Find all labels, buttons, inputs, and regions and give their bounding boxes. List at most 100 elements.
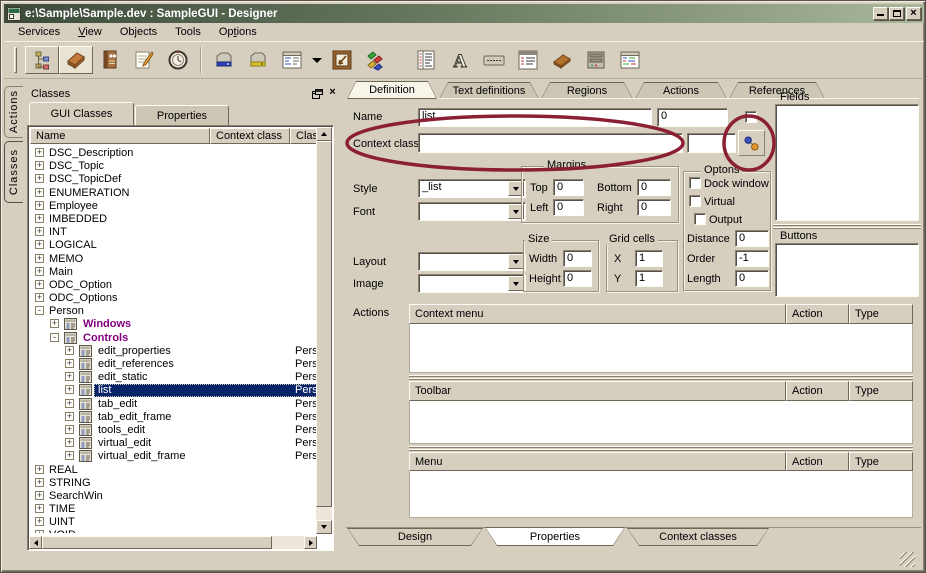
name-input[interactable]: list: [418, 108, 652, 127]
expand-toggle-icon[interactable]: +: [65, 399, 74, 408]
menu-table-body[interactable]: [409, 471, 913, 518]
output-checkbox[interactable]: [694, 213, 706, 225]
tree-item-Employee[interactable]: +Employee: [30, 200, 317, 213]
tree-item-Person[interactable]: -Person: [30, 305, 317, 318]
tree-vscrollbar[interactable]: [316, 127, 332, 534]
font-icon[interactable]: A: [443, 46, 477, 74]
tree-item-DSC_Description[interactable]: +DSC_Description: [30, 147, 317, 160]
tree-item-IMBEDDED[interactable]: +IMBEDDED: [30, 213, 317, 226]
tree-item-ODC_Option[interactable]: +ODC_Option: [30, 279, 317, 292]
form-dropdown-icon[interactable]: [309, 46, 325, 74]
tree-item-virtual_edit[interactable]: +virtual_editPerso: [30, 437, 317, 450]
tab-references[interactable]: References: [729, 82, 825, 99]
expand-toggle-icon[interactable]: +: [35, 530, 44, 533]
context-menu-table-header[interactable]: Context menu: [409, 304, 786, 324]
expand-toggle-icon[interactable]: +: [35, 174, 44, 183]
tree-item-edit_properties[interactable]: +edit_propertiesPerso: [30, 345, 317, 358]
menu-services[interactable]: Services: [9, 24, 69, 40]
image-combo[interactable]: [418, 274, 526, 293]
dock-tab-classes[interactable]: Classes: [4, 141, 23, 203]
buttons-listbox[interactable]: [775, 243, 919, 297]
width-input[interactable]: 0: [563, 250, 592, 267]
distance-input[interactable]: 0: [735, 230, 769, 247]
length-input[interactable]: 0: [735, 270, 769, 287]
toolbar-grip[interactable]: [14, 47, 17, 73]
float-panel-button[interactable]: [311, 87, 324, 100]
menu-objects[interactable]: Objects: [111, 24, 166, 40]
expand-toggle-icon[interactable]: +: [35, 214, 44, 223]
tab-gui-classes[interactable]: GUI Classes: [29, 102, 134, 125]
expand-toggle-icon[interactable]: +: [35, 201, 44, 210]
margin-bottom-input[interactable]: 0: [637, 179, 671, 196]
expand-toggle-icon[interactable]: +: [35, 293, 44, 302]
tab-actions[interactable]: Actions: [635, 82, 727, 99]
grid-x-input[interactable]: 1: [635, 250, 663, 267]
title-bar[interactable]: e:\Sample\Sample.dev : SampleGUI - Desig…: [4, 4, 924, 23]
tree-item-edit_static[interactable]: +edit_staticPerso: [30, 371, 317, 384]
table-splitter[interactable]: [409, 375, 913, 380]
tree-item-STRING[interactable]: +STRING: [30, 477, 317, 490]
tree-item-tab_edit[interactable]: +tab_editPerso: [30, 398, 317, 411]
dock-tab-actions[interactable]: Actions: [4, 86, 23, 138]
tab-text-definitions[interactable]: Text definitions: [439, 82, 539, 99]
scroll-down-button[interactable]: [316, 520, 332, 534]
eraser-brown-icon[interactable]: [545, 46, 579, 74]
tab-properties-bottom[interactable]: Properties: [485, 527, 625, 546]
hscroll-thumb[interactable]: [42, 536, 272, 549]
ribbon-icon[interactable]: [359, 46, 393, 74]
chevron-down-icon[interactable]: [508, 254, 524, 269]
expand-toggle-icon[interactable]: +: [65, 425, 74, 434]
menu-action-header[interactable]: Action: [786, 452, 849, 471]
tab-context-classes[interactable]: Context classes: [627, 528, 769, 546]
expand-toggle-icon[interactable]: +: [35, 227, 44, 236]
margin-top-input[interactable]: 0: [553, 179, 584, 196]
expand-toggle-icon[interactable]: +: [35, 188, 44, 197]
tab-regions[interactable]: Regions: [541, 82, 633, 99]
toolbar-table-body[interactable]: [409, 401, 913, 444]
expand-toggle-icon[interactable]: +: [50, 319, 59, 328]
toolbar-action-header[interactable]: Action: [786, 381, 849, 401]
menu-options[interactable]: Options: [210, 24, 266, 40]
form-list-icon[interactable]: [511, 46, 545, 74]
tree-item-virtual_edit_frame[interactable]: +virtual_edit_framePerso: [30, 450, 317, 463]
expand-toggle-icon[interactable]: +: [65, 359, 74, 368]
tree-item-LOGICAL[interactable]: +LOGICAL: [30, 239, 317, 252]
picture-frame-icon[interactable]: [325, 46, 359, 74]
margin-left-input[interactable]: 0: [553, 199, 584, 216]
expand-toggle-icon[interactable]: +: [65, 438, 74, 447]
tree-item-DSC_TopicDef[interactable]: +DSC_TopicDef: [30, 173, 317, 186]
expand-toggle-icon[interactable]: -: [35, 306, 44, 315]
tree-hscrollbar[interactable]: [29, 536, 317, 549]
drive-blue-icon[interactable]: [207, 46, 241, 74]
eraser-icon[interactable]: [59, 46, 93, 74]
expand-toggle-icon[interactable]: +: [35, 240, 44, 249]
tab-properties[interactable]: Properties: [135, 105, 229, 125]
expand-toggle-icon[interactable]: -: [50, 333, 59, 342]
edit-note-icon[interactable]: [127, 46, 161, 74]
expand-toggle-icon[interactable]: +: [35, 517, 44, 526]
expand-toggle-icon[interactable]: +: [35, 478, 44, 487]
tree-item-tab_edit_frame[interactable]: +tab_edit_framePerso: [30, 411, 317, 424]
maximize-button[interactable]: [889, 7, 904, 20]
expand-toggle-icon[interactable]: +: [35, 254, 44, 263]
scroll-left-button[interactable]: [29, 536, 42, 549]
tree-item-Main[interactable]: +Main: [30, 266, 317, 279]
menu-view[interactable]: View: [69, 24, 111, 40]
name-index-input[interactable]: 0: [657, 108, 728, 127]
grid-y-input[interactable]: 1: [635, 270, 663, 287]
column-header-class[interactable]: Class: [290, 128, 317, 144]
expand-toggle-icon[interactable]: +: [35, 161, 44, 170]
height-input[interactable]: 0: [563, 270, 592, 287]
minimize-button[interactable]: [873, 7, 888, 20]
scroll-up-button[interactable]: [316, 127, 332, 141]
tree-item-TIME[interactable]: +TIME: [30, 503, 317, 516]
menu-type-header[interactable]: Type: [849, 452, 913, 471]
fields-listbox[interactable]: [775, 104, 919, 221]
context-class-input[interactable]: [418, 133, 683, 153]
expand-toggle-icon[interactable]: +: [35, 491, 44, 500]
form-icon[interactable]: [275, 46, 309, 74]
dock-window-checkbox[interactable]: [689, 177, 701, 189]
order-input[interactable]: -1: [735, 250, 769, 267]
scroll-right-button[interactable]: [304, 536, 317, 549]
expand-toggle-icon[interactable]: +: [65, 451, 74, 460]
